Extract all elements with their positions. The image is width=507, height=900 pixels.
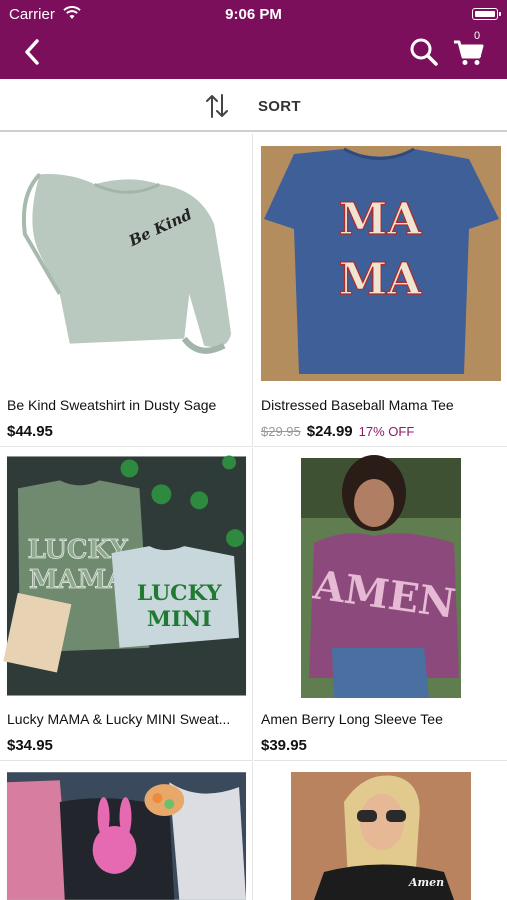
status-bar: Carrier 9:06 PM [0,5,507,25]
product-print-text: Amen [408,876,444,889]
product-price: $44.95 [7,423,53,440]
product-image[interactable]: MA MA [254,134,507,384]
battery-icon [472,8,501,20]
sort-arrows-icon [206,94,228,118]
product-card[interactable]: MA MA Distressed Baseball Mama Tee $29.9… [254,134,507,447]
product-price: $39.95 [261,737,307,754]
product-image[interactable]: Be Kind [0,134,252,384]
discount-badge: 17% OFF [358,424,415,439]
product-print-text: LUCKY [137,580,222,606]
product-image[interactable]: Amen [254,762,507,900]
product-image[interactable] [0,762,252,900]
status-time: 9:06 PM [225,6,282,23]
sort-bar[interactable]: SORT [0,79,507,132]
product-card[interactable]: LUCKY MAMA LUCKY MINI Lucky MAMA & Lucky… [0,448,253,761]
product-card[interactable]: Be Kind Be Kind Sweatshirt in Dusty Sage… [0,134,253,447]
product-print-text: MAMA [29,565,127,595]
product-title[interactable]: Amen Berry Long Sleeve Tee [261,711,501,727]
product-image[interactable]: LUCKY MAMA LUCKY MINI [0,448,252,698]
product-print-text: MA [339,254,423,305]
product-prices: $44.95 [7,423,53,440]
app-header: Carrier 9:06 PM 0 [0,0,507,79]
product-print-text: MA [339,194,423,245]
product-card[interactable]: AMEN Amen Berry Long Sleeve Tee $39.95 [254,448,507,761]
search-icon[interactable] [407,36,441,68]
product-prices: $39.95 [261,737,307,754]
product-title[interactable]: Be Kind Sweatshirt in Dusty Sage [7,397,246,413]
product-title[interactable]: Distressed Baseball Mama Tee [261,397,501,413]
product-prices: $34.95 [7,737,53,754]
product-old-price: $29.95 [261,424,301,439]
chevron-left-icon[interactable] [18,36,48,68]
cart-count-badge: 0 [474,30,481,42]
product-card[interactable] [0,762,253,900]
product-prices: $29.95 $24.99 17% OFF [261,423,414,440]
cart-icon[interactable] [452,36,486,68]
product-card[interactable]: Amen [254,762,507,900]
product-image[interactable]: AMEN [254,448,507,698]
product-price: $34.95 [7,737,53,754]
product-grid: Be Kind Be Kind Sweatshirt in Dusty Sage… [0,134,507,900]
product-price: $24.99 [306,423,353,440]
sort-label[interactable]: SORT [258,98,301,115]
product-print-text: MINI [147,606,212,632]
product-title[interactable]: Lucky MAMA & Lucky MINI Sweat... [7,711,246,727]
